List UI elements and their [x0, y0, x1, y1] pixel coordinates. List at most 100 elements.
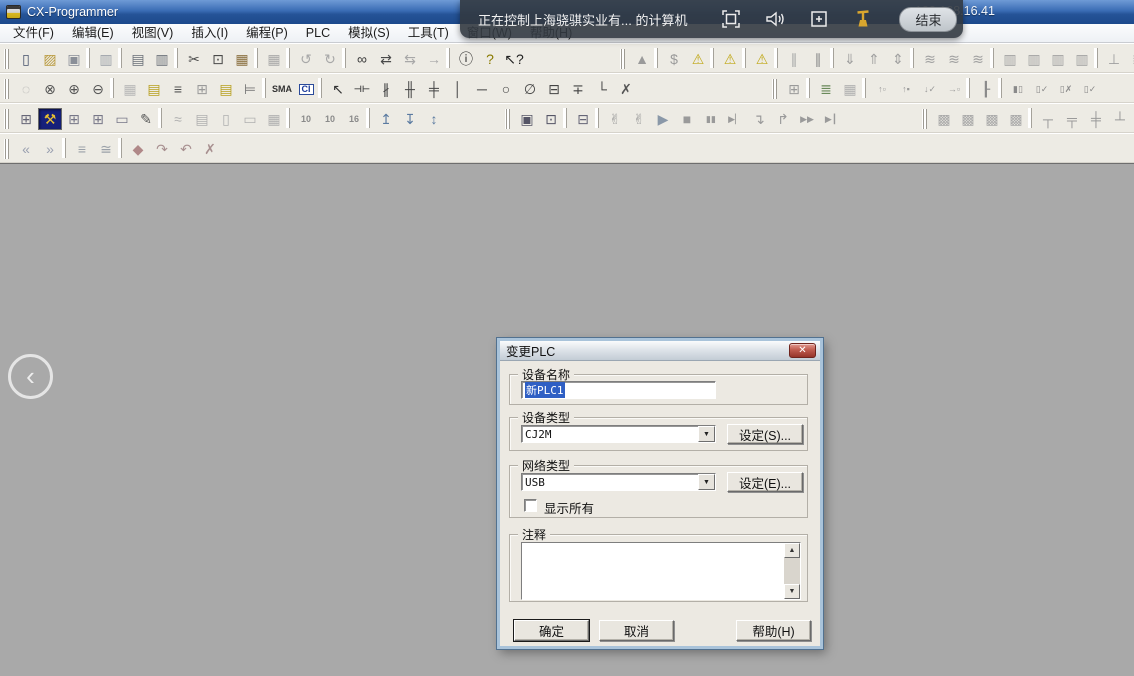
comment-scrollbar[interactable]: ▲ ▼ — [784, 543, 800, 599]
step-run-icon[interactable]: ▶▏ — [723, 108, 747, 130]
calendar-grey-icon[interactable]: ▦ — [838, 78, 862, 100]
line-delete-icon[interactable]: ✗ — [614, 78, 638, 100]
contact-or-icon[interactable]: ╫ — [398, 78, 422, 100]
monitor-sampling-icon[interactable]: $ — [662, 48, 686, 70]
memory-view2-icon[interactable]: ▩ — [956, 108, 980, 130]
online-edit-cancel-icon[interactable]: ≋ — [966, 48, 990, 70]
monitor-run-icon[interactable]: ↥ — [374, 108, 398, 130]
device-warning-icon[interactable]: ⚠ — [718, 48, 742, 70]
keypad-grey-icon[interactable]: ▦ — [262, 108, 286, 130]
back-arrow-button[interactable]: ‹ — [8, 354, 53, 399]
info-icon[interactable]: ⓘ — [454, 48, 478, 70]
help-icon[interactable]: ? — [478, 48, 502, 70]
new-window-icon[interactable] — [797, 8, 841, 30]
tree-view-icon[interactable]: ┠ — [974, 78, 998, 100]
find-icon[interactable]: ∞ — [350, 48, 374, 70]
breakpoint-icon[interactable]: ✌ — [603, 108, 627, 130]
clear-value-icon[interactable]: ↑▪ — [894, 78, 918, 100]
program-check-icon[interactable]: ≈ — [166, 108, 190, 130]
comment-textarea[interactable]: ▲ ▼ — [521, 542, 801, 600]
work-online-icon[interactable]: ⚒ — [38, 108, 62, 130]
menu-item[interactable]: 模拟(S) — [339, 24, 399, 42]
toolbar-grip[interactable] — [4, 49, 12, 69]
pause-icon[interactable]: ∥ — [806, 48, 830, 70]
rung-wrap-icon[interactable]: ⊞ — [190, 78, 214, 100]
stack-download-icon[interactable]: ≣ — [814, 78, 838, 100]
plc-rack-icon[interactable]: ▥ — [998, 48, 1022, 70]
show-all-checkbox[interactable] — [524, 499, 537, 512]
dialog-titlebar[interactable]: 变更PLC ✕ — [500, 341, 820, 361]
prev-bookmark-icon[interactable]: ↶ — [174, 138, 198, 160]
memory-view3-icon[interactable]: ▩ — [980, 108, 1004, 130]
find-online-warning-icon[interactable]: ⚠ — [686, 48, 710, 70]
plc-rack-transfer-icon[interactable]: ▥ — [1046, 48, 1070, 70]
comment-value[interactable] — [522, 543, 784, 599]
plc-memory-icon[interactable]: ▤ — [190, 108, 214, 130]
fullscreen-icon[interactable] — [709, 8, 753, 30]
transfer-from-plc-icon[interactable]: ⇑ — [862, 48, 886, 70]
pause-monitor-icon[interactable]: ∥ — [782, 48, 806, 70]
window-tile-icon[interactable]: ⊞ — [782, 78, 806, 100]
sim-online2-icon[interactable]: ⊡ — [539, 108, 563, 130]
work-online-simulator-icon[interactable]: ▲ — [630, 48, 654, 70]
volume-icon[interactable] — [753, 8, 797, 30]
print-setup-icon[interactable]: ▥ — [94, 48, 118, 70]
set-value-icon[interactable]: ↑▫ — [870, 78, 894, 100]
set-bookmark-icon[interactable]: ◆ — [126, 138, 150, 160]
online-edit-rung-icon[interactable]: ↧ — [398, 108, 422, 130]
rung-comment-list-icon[interactable]: ≡ — [70, 138, 94, 160]
coil-nc-icon[interactable]: ∅ — [518, 78, 542, 100]
diff-up-icon[interactable]: ┬ — [1036, 108, 1060, 130]
rung-down-icon[interactable]: ⊨ — [238, 78, 262, 100]
online-edit-send-icon[interactable]: ≋ — [942, 48, 966, 70]
clock-pulse-icon[interactable]: ≣ — [1126, 48, 1134, 70]
menu-item[interactable]: 文件(F) — [4, 24, 63, 42]
line-connect-icon[interactable]: └ — [590, 78, 614, 100]
device-settings-button[interactable]: 设定(S)... — [727, 424, 803, 444]
instruction-icon[interactable]: ⊟ — [542, 78, 566, 100]
vertical-line-icon[interactable]: │ — [446, 78, 470, 100]
menu-item[interactable]: 插入(I) — [182, 24, 237, 42]
zoom-in-icon[interactable]: ⊕ — [62, 78, 86, 100]
outdent-icon[interactable]: « — [14, 138, 38, 160]
watch-window-icon[interactable]: ▮▯ — [1006, 78, 1030, 100]
device-type-combobox[interactable]: CJ2M ▼ — [521, 425, 716, 443]
memory-view4-icon[interactable]: ▩ — [1004, 108, 1028, 130]
monitor-windows-icon[interactable]: ⊞ — [62, 108, 86, 130]
transfer-to-plc-icon[interactable]: ⇓ — [838, 48, 862, 70]
force-off-icon[interactable]: →▫ — [942, 78, 966, 100]
chevron-down-icon[interactable]: ▼ — [698, 474, 715, 490]
ci-view-icon[interactable]: CI — [294, 78, 318, 100]
cycle-time-icon[interactable]: ⊥ — [1102, 48, 1126, 70]
memory-view1-icon[interactable]: ▩ — [932, 108, 956, 130]
plc-rack-verify-icon[interactable]: ▥ — [1022, 48, 1046, 70]
network-type-combobox[interactable]: USB ▼ — [521, 473, 716, 491]
chevron-down-icon[interactable]: ▼ — [698, 426, 715, 442]
zoom-cancel-icon[interactable]: ⊗ — [38, 78, 62, 100]
change-all-icon[interactable]: → — [422, 48, 446, 70]
cancel-button[interactable]: 取消 — [599, 620, 674, 641]
network-settings-button[interactable]: 设定(E)... — [727, 472, 803, 492]
close-button[interactable]: ✕ — [789, 343, 816, 358]
sim-pause-icon[interactable]: ▮▮ — [699, 108, 723, 130]
compare-with-plc-icon[interactable]: ⇕ — [886, 48, 910, 70]
toolbar-grip[interactable] — [505, 109, 513, 129]
online-edit-icon[interactable]: ≋ — [918, 48, 942, 70]
page-grey-icon[interactable]: ▯ — [214, 108, 238, 130]
cut-icon[interactable]: ✂ — [182, 48, 206, 70]
paste-icon[interactable]: ▦ — [230, 48, 254, 70]
plc-rack-compare-icon[interactable]: ▥ — [1070, 48, 1094, 70]
ladder-monitor-icon[interactable]: ▤ — [214, 78, 238, 100]
contact-or-nc-icon[interactable]: ╪ — [422, 78, 446, 100]
ok-button[interactable]: 确定 — [514, 620, 589, 641]
dialog-grey-icon[interactable]: ▭ — [238, 108, 262, 130]
watch-check-icon[interactable]: ▯✓ — [1030, 78, 1054, 100]
menu-item[interactable]: 工具(T) — [399, 24, 458, 42]
device-name-input[interactable]: 新PLC1 — [521, 381, 716, 399]
menu-item[interactable]: 编程(P) — [237, 24, 297, 42]
clear-bookmarks-icon[interactable]: ✗ — [198, 138, 222, 160]
context-help-icon[interactable]: ↖? — [502, 48, 526, 70]
function-block-icon[interactable]: ∓ — [566, 78, 590, 100]
rung-annotation-icon[interactable]: ≅ — [94, 138, 118, 160]
menu-item[interactable]: 视图(V) — [123, 24, 183, 42]
